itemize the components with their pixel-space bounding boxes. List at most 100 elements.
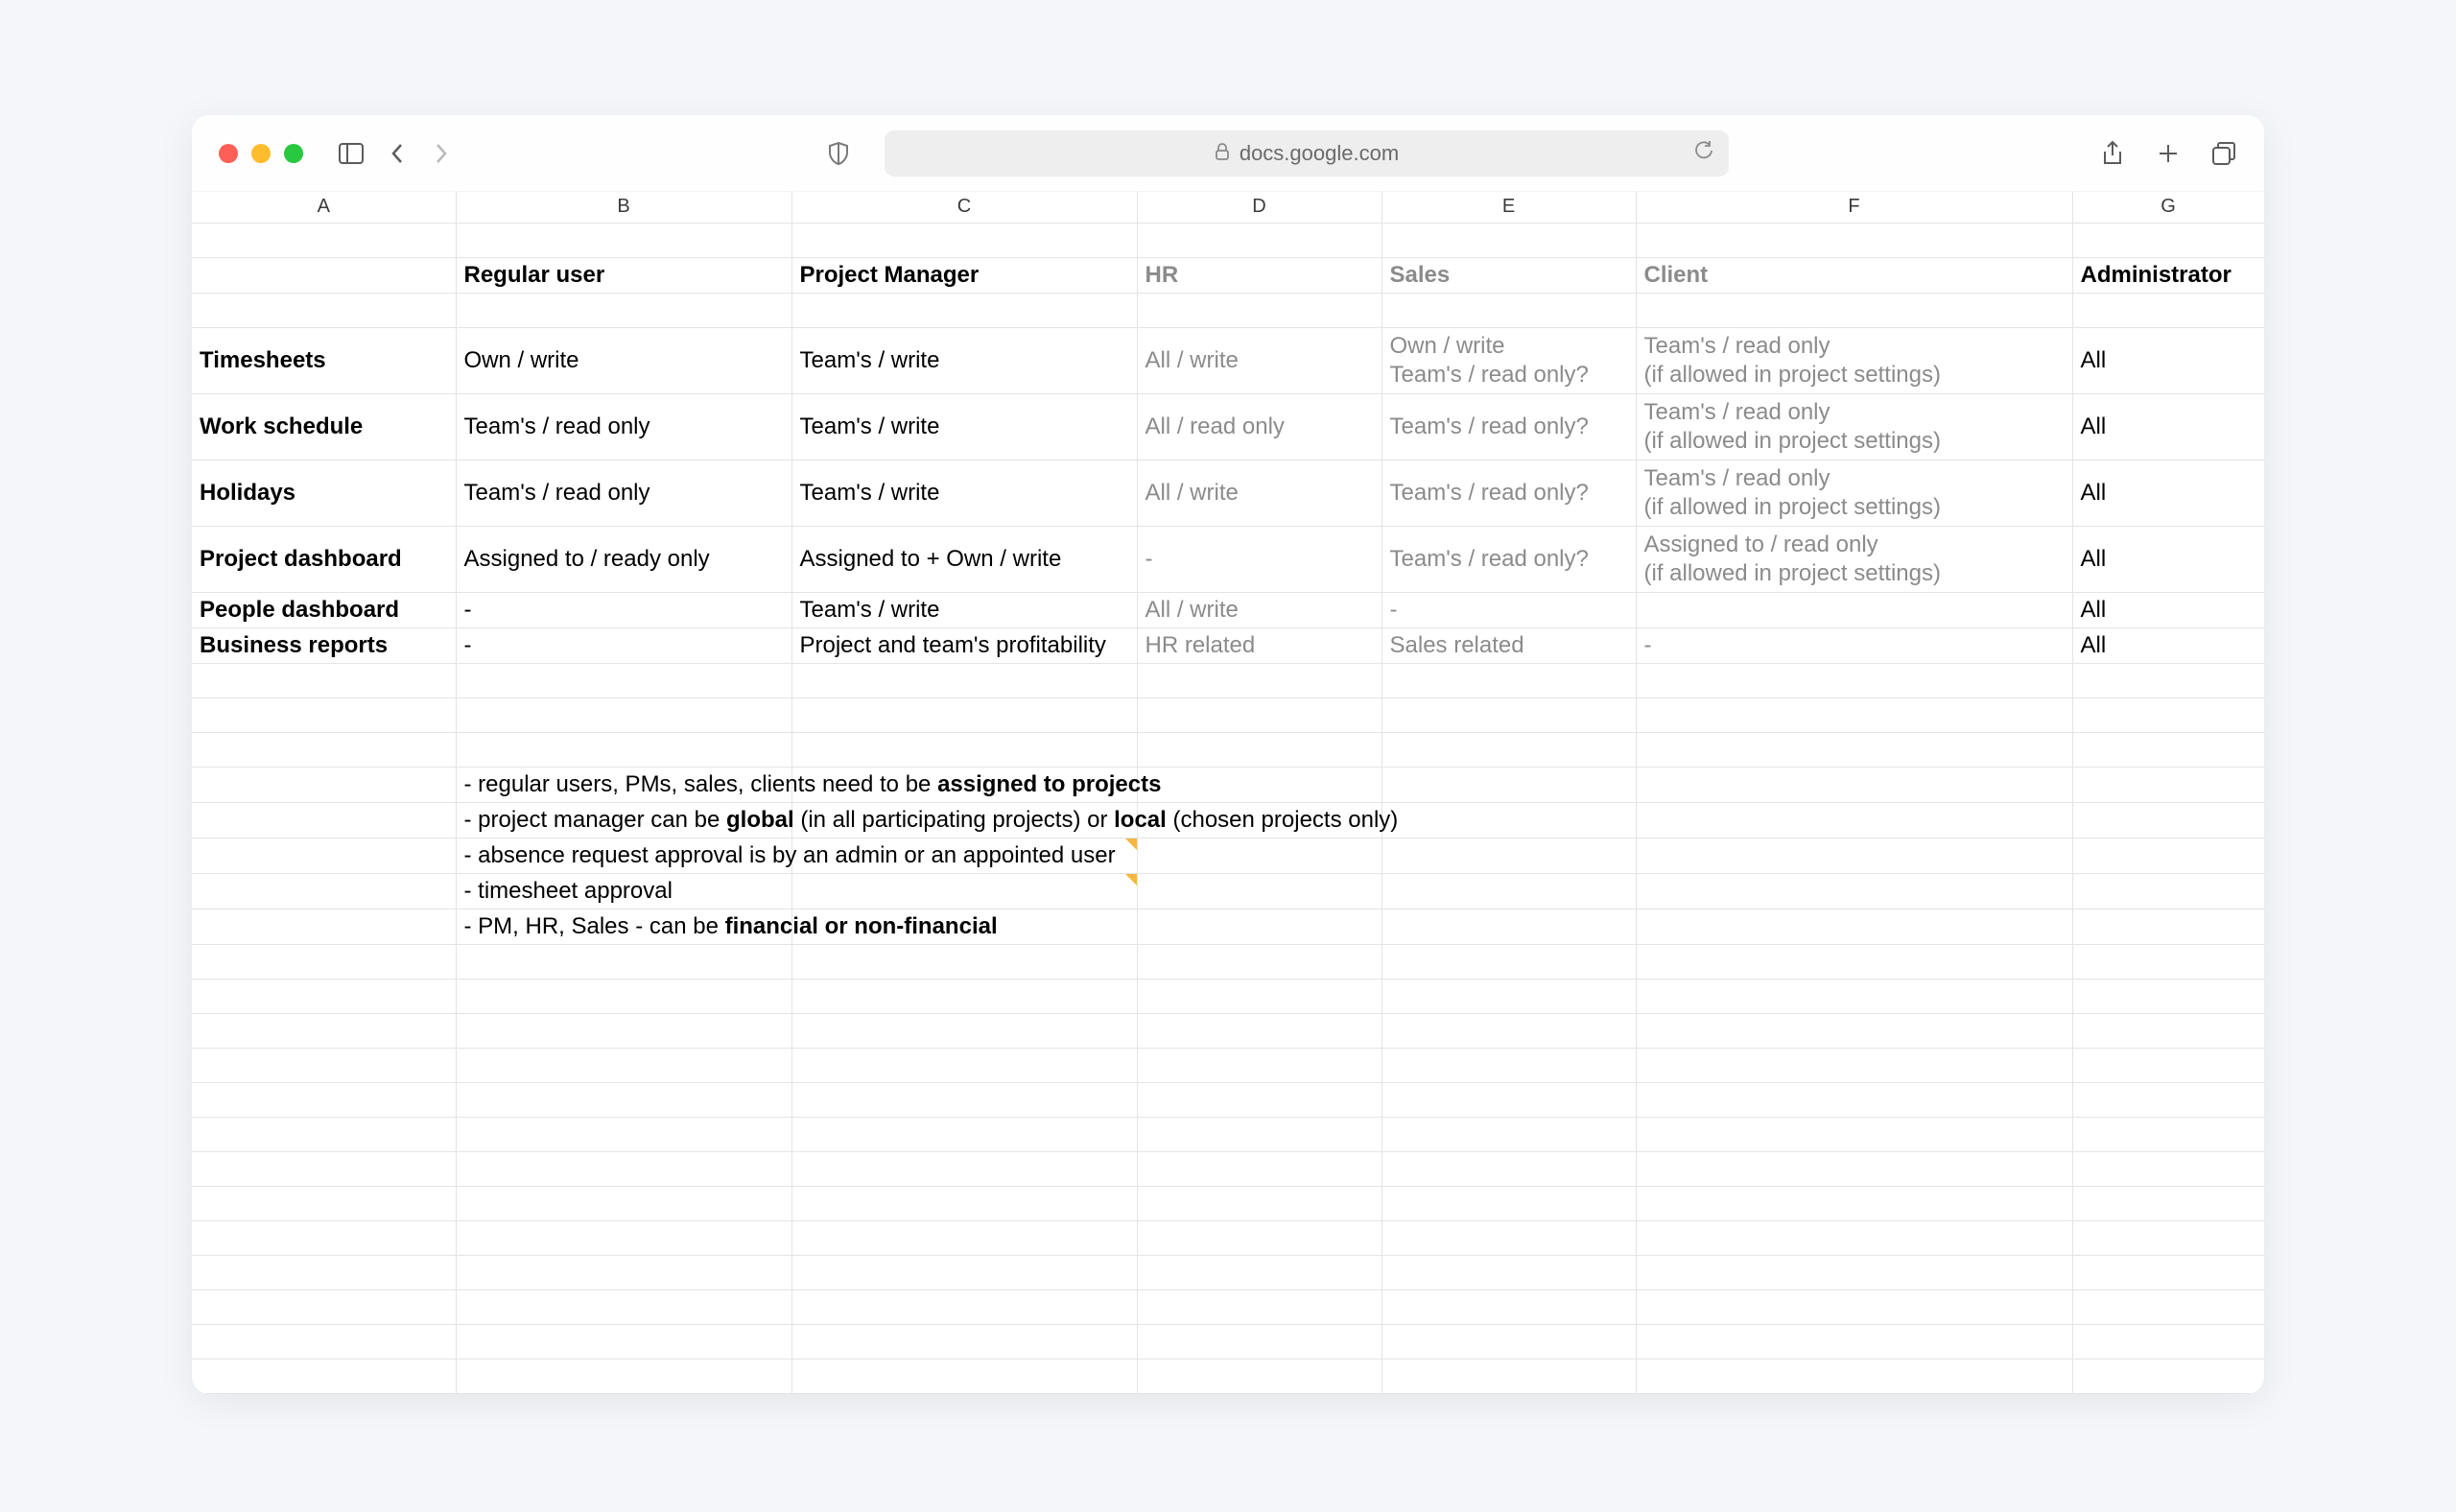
role-header-cell[interactable]: HR [1137, 257, 1382, 293]
cell[interactable] [2072, 909, 2264, 944]
cell[interactable] [1636, 873, 2072, 909]
cell[interactable] [1382, 732, 1636, 767]
table-row[interactable]: Work scheduleTeam's / read onlyTeam's / … [192, 393, 2264, 460]
cell[interactable] [1137, 1220, 1382, 1255]
table-row[interactable] [192, 663, 2264, 697]
cell[interactable]: Team's / write [791, 592, 1137, 627]
cell[interactable] [1636, 1013, 2072, 1048]
cell[interactable] [1382, 767, 1636, 802]
cell[interactable]: All [2072, 393, 2264, 460]
cell[interactable] [1636, 838, 2072, 873]
cell[interactable] [2072, 1117, 2264, 1151]
cell[interactable] [456, 223, 791, 257]
cell[interactable] [192, 732, 456, 767]
cell[interactable] [791, 663, 1137, 697]
cell[interactable] [192, 1117, 456, 1151]
cell[interactable] [1137, 1358, 1382, 1393]
cell[interactable]: All / write [1137, 460, 1382, 526]
cell[interactable]: Own / write [456, 327, 791, 393]
cell[interactable] [456, 663, 791, 697]
table-row[interactable] [192, 1220, 2264, 1255]
comment-marker-icon[interactable] [1125, 874, 1137, 886]
cell[interactable] [456, 1358, 791, 1393]
cell[interactable] [2072, 1289, 2264, 1324]
cell[interactable] [1382, 1255, 1636, 1289]
sidebar-toggle-icon[interactable] [338, 140, 365, 167]
cell[interactable] [192, 838, 456, 873]
cell[interactable] [2072, 1324, 2264, 1358]
cell[interactable] [1382, 1117, 1636, 1151]
row-label-cell[interactable]: Business reports [192, 627, 456, 663]
cell[interactable] [1636, 697, 2072, 732]
privacy-shield-icon[interactable] [825, 140, 852, 167]
cell[interactable] [1382, 838, 1636, 873]
table-row[interactable]: Business reports-Project and team's prof… [192, 627, 2264, 663]
cell[interactable] [456, 979, 791, 1013]
cell[interactable] [1382, 1220, 1636, 1255]
table-row[interactable] [192, 697, 2264, 732]
cell[interactable] [2072, 1255, 2264, 1289]
cell[interactable] [2072, 802, 2264, 838]
cell[interactable] [192, 257, 456, 293]
column-header[interactable]: F [1636, 192, 2072, 223]
cell[interactable]: - [1382, 592, 1636, 627]
cell[interactable] [456, 1186, 791, 1220]
cell[interactable]: Team's / write [791, 393, 1137, 460]
cell[interactable] [1382, 223, 1636, 257]
cell[interactable] [1137, 1117, 1382, 1151]
cell[interactable]: Team's / read only? [1382, 460, 1636, 526]
cell[interactable] [456, 1289, 791, 1324]
table-row[interactable] [192, 1117, 2264, 1151]
note-cell[interactable]: - absence request approval is by an admi… [456, 838, 791, 873]
cell[interactable] [791, 1289, 1137, 1324]
cell[interactable] [1137, 944, 1382, 979]
cell[interactable]: All [2072, 627, 2264, 663]
role-header-cell[interactable]: Client [1636, 257, 2072, 293]
cell[interactable]: - [456, 627, 791, 663]
cell[interactable] [791, 944, 1137, 979]
cell[interactable]: All [2072, 526, 2264, 592]
cell[interactable] [1382, 979, 1636, 1013]
cell[interactable] [2072, 1220, 2264, 1255]
cell[interactable] [192, 1324, 456, 1358]
reload-icon[interactable] [1694, 141, 1713, 166]
cell[interactable] [192, 1220, 456, 1255]
cell[interactable] [1137, 223, 1382, 257]
cell[interactable] [791, 1324, 1137, 1358]
cell[interactable]: Team's / read only(if allowed in project… [1636, 393, 2072, 460]
cell[interactable] [1636, 1255, 2072, 1289]
cell[interactable] [1137, 909, 1382, 944]
role-header-cell[interactable]: Sales [1382, 257, 1636, 293]
cell[interactable] [456, 1082, 791, 1117]
cell[interactable] [791, 1358, 1137, 1393]
table-row[interactable]: HolidaysTeam's / read onlyTeam's / write… [192, 460, 2264, 526]
cell[interactable]: All [2072, 592, 2264, 627]
maximize-window-button[interactable] [284, 144, 303, 163]
row-label-cell[interactable]: Timesheets [192, 327, 456, 393]
share-icon[interactable] [2099, 140, 2126, 167]
cell[interactable] [192, 293, 456, 327]
cell[interactable] [2072, 1082, 2264, 1117]
note-cell[interactable]: - project manager can be global (in all … [456, 802, 791, 838]
cell[interactable] [192, 1151, 456, 1186]
cell[interactable] [791, 223, 1137, 257]
cell[interactable] [2072, 979, 2264, 1013]
cell[interactable] [192, 1013, 456, 1048]
cell[interactable] [1636, 1358, 2072, 1393]
cell[interactable] [456, 697, 791, 732]
column-header[interactable]: G [2072, 192, 2264, 223]
cell[interactable] [1137, 979, 1382, 1013]
note-cell[interactable]: - PM, HR, Sales - can be financial or no… [456, 909, 791, 944]
cell[interactable] [1382, 1186, 1636, 1220]
cell[interactable] [1137, 1082, 1382, 1117]
table-row[interactable] [192, 1186, 2264, 1220]
cell[interactable] [1137, 838, 1382, 873]
cell[interactable] [2072, 1186, 2264, 1220]
cell[interactable]: Team's / read only? [1382, 526, 1636, 592]
cell[interactable]: HR related [1137, 627, 1382, 663]
cell[interactable]: Assigned to + Own / write [791, 526, 1137, 592]
cell[interactable]: - [1137, 526, 1382, 592]
cell[interactable]: Team's / read only(if allowed in project… [1636, 327, 2072, 393]
table-row[interactable] [192, 1358, 2264, 1393]
note-cell[interactable]: - regular users, PMs, sales, clients nee… [456, 767, 791, 802]
